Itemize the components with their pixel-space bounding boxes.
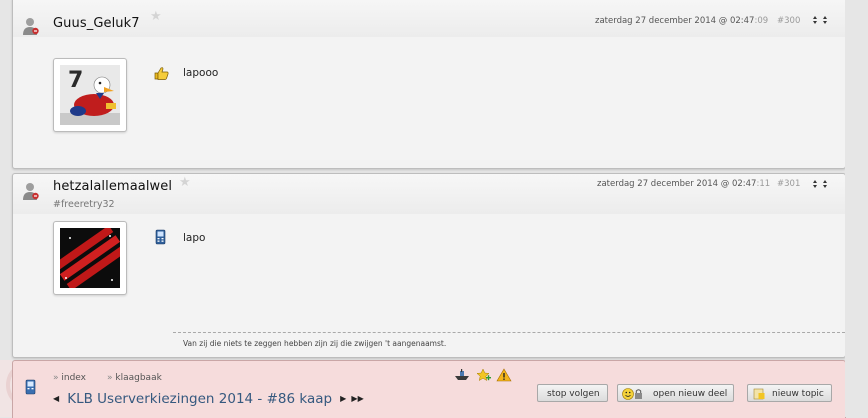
nieuw-topic-button[interactable]: nieuw topic <box>747 384 832 402</box>
post-text: lapo <box>183 232 206 244</box>
warning-icon[interactable] <box>496 368 512 382</box>
avatar[interactable]: 7 <box>53 58 127 132</box>
post-300: Guus_Geluk7 ★ zaterdag 27 december 2014 … <box>12 0 846 169</box>
post-number[interactable]: #301 <box>777 179 800 189</box>
post-date: zaterdag 27 december 2014 @ 02:47:11 <box>597 179 771 189</box>
signature: Van zij die niets te zeggen hebben zijn … <box>173 332 845 348</box>
breadcrumb-index[interactable]: » index <box>53 373 86 383</box>
next-page-icon[interactable]: ▶ <box>340 394 346 403</box>
post-number[interactable]: #300 <box>777 16 800 26</box>
sort-arrows-icon[interactable] <box>811 14 821 26</box>
boat-icon[interactable] <box>454 368 470 382</box>
new-topic-icon <box>753 388 765 400</box>
mobile-phone-icon[interactable] <box>25 379 37 395</box>
user-icon[interactable] <box>22 16 40 36</box>
avatar[interactable] <box>53 221 127 295</box>
post-date: zaterdag 27 december 2014 @ 02:47:09 <box>595 16 769 26</box>
thread-bottom-bar: » index » klaagbaak ◀ KLB Userverkiezing… <box>12 360 846 418</box>
sort-arrows-icon[interactable] <box>821 178 831 190</box>
last-page-icon[interactable]: ▶▶ <box>351 394 363 403</box>
star-plus-icon[interactable] <box>475 368 492 382</box>
thread-title[interactable]: KLB Userverkiezingen 2014 - #86 kaap <box>67 391 332 407</box>
sort-arrows-icon[interactable] <box>811 178 821 190</box>
smiley-lock-icon <box>622 388 642 400</box>
open-nieuw-deel-button[interactable]: open nieuw deel <box>617 384 734 402</box>
page-margin <box>845 0 868 417</box>
avatar-duck-icon: 7 <box>60 65 120 125</box>
thread-tools <box>454 367 512 386</box>
avatar-red-text-icon <box>60 228 120 288</box>
star-icon[interactable]: ★ <box>179 175 191 190</box>
thread-navigation: ◀ KLB Userverkiezingen 2014 - #86 kaap ▶… <box>53 388 364 407</box>
star-icon[interactable]: ★ <box>150 9 162 24</box>
thumbs-up-icon <box>154 67 169 80</box>
user-tag: #freeretry32 <box>53 199 115 210</box>
post-text: lapooo <box>183 67 219 79</box>
username[interactable]: Guus_Geluk7 <box>53 16 140 31</box>
mobile-phone-icon <box>155 229 166 245</box>
user-icon[interactable] <box>22 181 40 201</box>
sort-arrows-icon[interactable] <box>821 14 831 26</box>
stop-volgen-button[interactable]: stop volgen <box>537 384 608 402</box>
username[interactable]: hetzalallemaalwel <box>53 179 172 194</box>
post-301: hetzalallemaalwel ★ #freeretry32 zaterda… <box>12 173 846 358</box>
previous-page-icon[interactable]: ◀ <box>53 394 59 403</box>
svg-text:7: 7 <box>68 68 83 93</box>
breadcrumb-klaagbaak[interactable]: » klaagbaak <box>107 373 162 383</box>
